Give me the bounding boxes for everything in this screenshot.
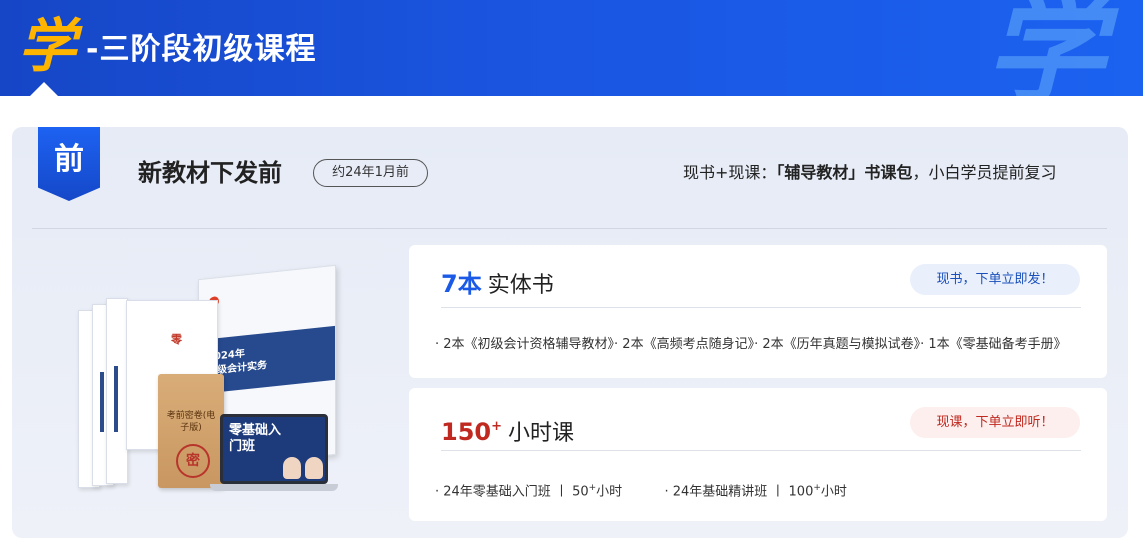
stage-description: 现书+现课：「辅导教材」书课包，小白学员提前复习: [683, 161, 1056, 185]
book-mid-label: 零: [171, 333, 182, 346]
envelope-stamp-icon: 密: [176, 444, 210, 478]
stage-badge: 前: [38, 127, 100, 201]
exam-envelope: 考前密卷(电子版) 密: [158, 374, 224, 488]
course-item-2: · 24年基础精讲班 丨 100: [664, 484, 814, 500]
laptop-screen: 零基础入门班: [220, 414, 328, 484]
spine-band-2: [114, 366, 118, 432]
teacher-avatar-2: [305, 457, 323, 479]
stage-date-pill: 约24年1月前: [313, 159, 428, 187]
courses-card: 150+ 小时课 现课，下单立即听！ · 24年零基础入门班 丨 50+小时 · …: [409, 388, 1107, 521]
course-hours: 150+: [441, 418, 502, 446]
header-notch: [30, 82, 58, 96]
books-ship-tag[interactable]: 现书，下单立即发！: [910, 264, 1080, 295]
stage-desc-suffix: ，小白学员提前复习: [912, 163, 1057, 182]
books-label: 实体书: [487, 273, 554, 298]
courses-label: 小时课: [508, 421, 575, 446]
course-hours-plus: +: [491, 419, 503, 434]
envelope-title: 考前密卷(电子版): [166, 411, 216, 433]
course-hours-value: 150: [441, 418, 492, 446]
courses-listen-tag[interactable]: 现课，下单立即听！: [910, 407, 1080, 438]
course-item-1-unit: 小时: [596, 484, 623, 500]
header-icon-char: 学: [18, 12, 77, 80]
laptop-base: [210, 484, 338, 491]
course-item-1: · 24年零基础入门班 丨 50: [435, 484, 589, 500]
header-banner: 学 -三阶段初级课程 学: [0, 0, 1143, 96]
course-item-2-unit: 小时: [820, 484, 847, 500]
spine-band-1: [100, 372, 104, 432]
product-illustration: 2024年 初级会计实务 零 考前密卷(电子版) 密 零基础入门班: [78, 262, 378, 494]
stage-desc-bold: 「辅导教材」书课包: [776, 163, 913, 182]
page-title: -三阶段初级课程: [86, 32, 317, 67]
courses-card-divider: [441, 450, 1081, 451]
courses-item-list: · 24年零基础入门班 丨 50+小时 · 24年基础精讲班 丨 100+小时: [435, 478, 847, 502]
stage-desc-prefix: 现书+现课：: [683, 163, 777, 182]
books-count: 7本: [441, 270, 482, 298]
books-item-list: · 2本《初级会计资格辅导教材》· 2本《高频考点随身记》· 2本《历年真题与模…: [435, 337, 1067, 352]
courses-card-heading: 150+ 小时课: [441, 410, 574, 452]
books-card: 7本 实体书 现书，下单立即发！ · 2本《初级会计资格辅导教材》· 2本《高频考…: [409, 245, 1107, 378]
books-card-heading: 7本 实体书: [441, 267, 554, 304]
laptop-course-title: 零基础入门班: [229, 423, 282, 454]
stage-divider: [32, 228, 1107, 229]
header-watermark: 学: [985, 0, 1105, 96]
books-card-divider: [441, 307, 1081, 308]
course-item-2-plus: +: [813, 483, 821, 493]
stage-title: 新教材下发前: [138, 159, 282, 187]
teacher-avatar-1: [283, 457, 301, 479]
